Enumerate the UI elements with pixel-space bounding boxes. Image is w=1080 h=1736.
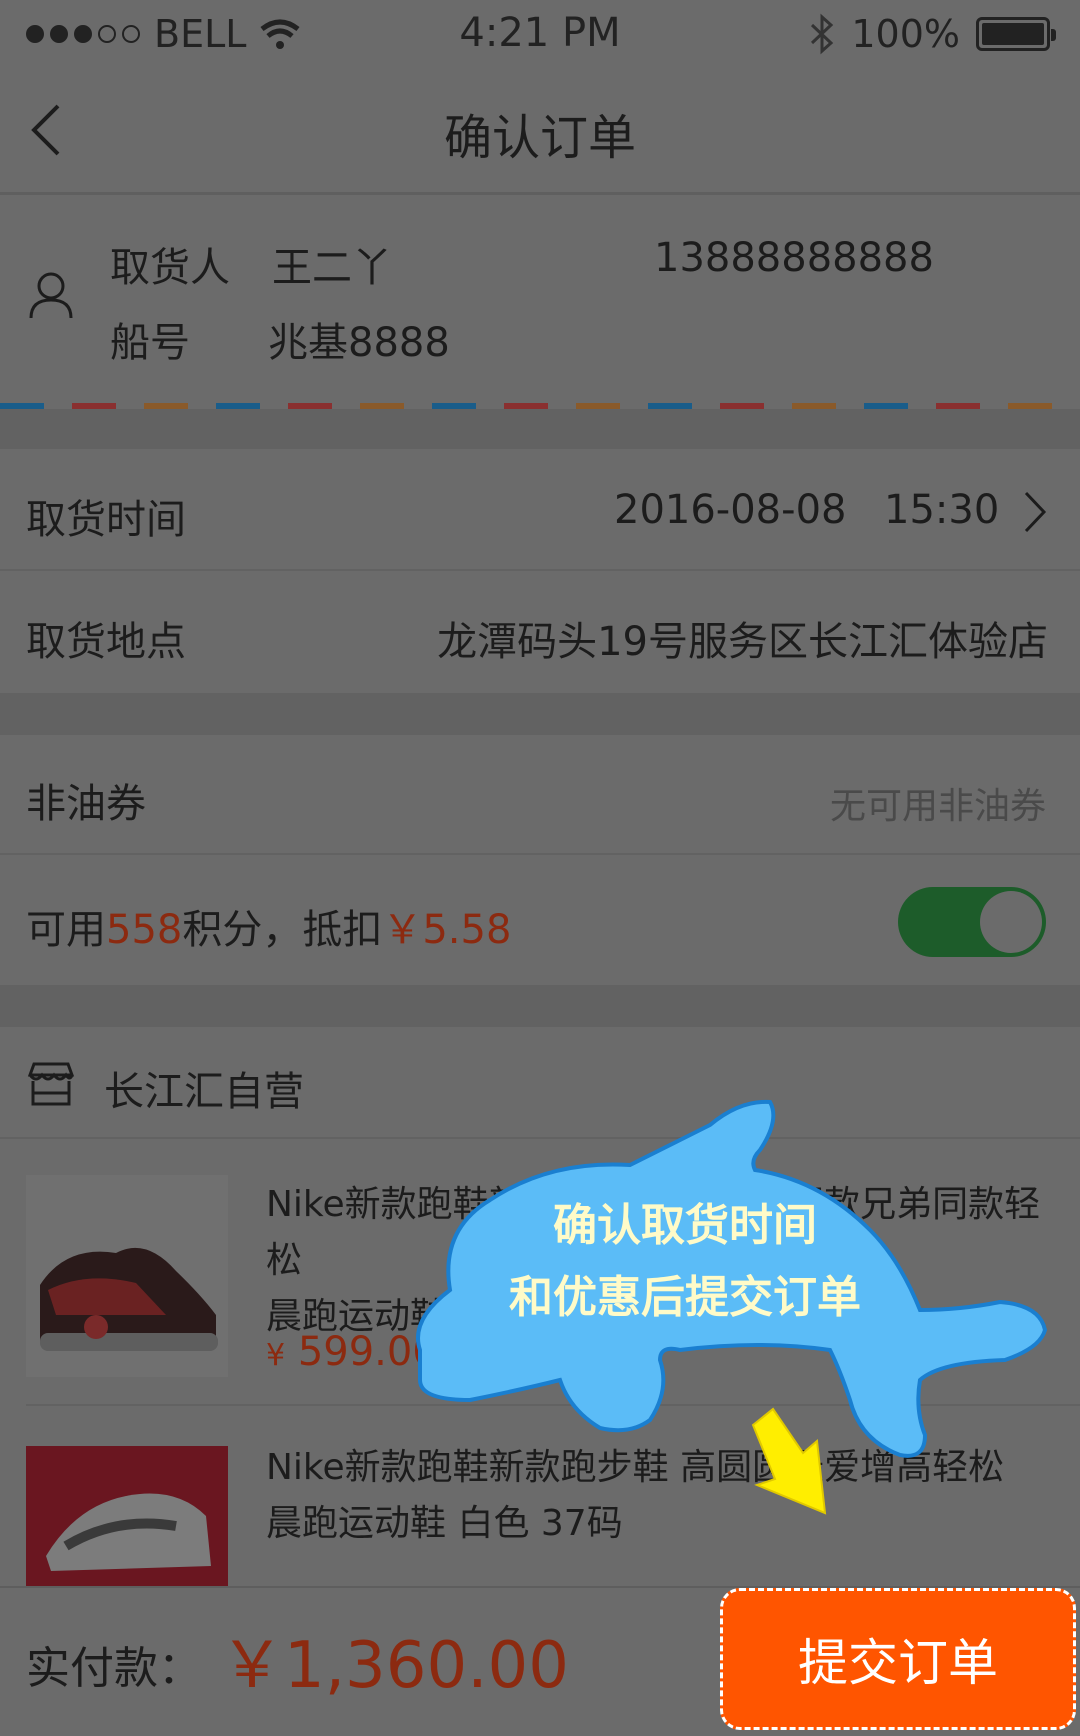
pickup-place: 龙潭码头19号服务区长江汇体验店 — [437, 619, 1048, 665]
recipient-phone: 13888888888 — [654, 235, 934, 281]
battery-percent: 100% — [851, 12, 960, 56]
product-image — [26, 1175, 228, 1377]
points-count: 558 — [106, 907, 183, 953]
points-prefix: 可用 — [26, 907, 106, 953]
boat-label: 船号 — [110, 320, 190, 366]
product-name-line2: 晨跑运动鞋 白色 37码 — [266, 1503, 623, 1544]
pickup-time-label: 取货时间 — [26, 497, 186, 543]
points-toggle[interactable] — [898, 887, 1046, 957]
points-text: 可用558积分，抵扣￥5.58 — [26, 897, 511, 955]
points-middle: 积分，抵扣 — [182, 907, 383, 953]
section-gap — [0, 409, 1080, 449]
submit-order-button[interactable]: 提交订单 — [720, 1588, 1076, 1730]
tooltip-text: 确认取货时间 和优惠后提交订单 — [430, 1190, 940, 1334]
status-bar: BELL 4:21 PM 100% — [0, 0, 1080, 70]
page-title: 确认订单 — [443, 110, 636, 166]
user-icon — [29, 272, 73, 319]
coupon-label: 非油券 — [26, 781, 146, 827]
bluetooth-icon — [811, 13, 834, 55]
tooltip-line1: 确认取货时间 — [553, 1200, 817, 1251]
total-amount: ￥1,360.00 — [220, 1629, 569, 1703]
price-currency: ¥ — [266, 1338, 286, 1373]
points-amount: ￥5.58 — [382, 907, 512, 953]
section-gap — [0, 693, 1080, 735]
nav-bar: 确认订单 — [0, 70, 1080, 195]
pickup-time-row[interactable]: 取货时间 2016-08-08 15:30 — [0, 449, 1080, 569]
store-icon — [27, 1062, 75, 1106]
recipient-name: 王二丫 — [272, 245, 392, 291]
coupon-value: 无可用非油券 — [829, 786, 1046, 827]
product-image — [26, 1446, 228, 1586]
pickup-place-label: 取货地点 — [26, 619, 186, 665]
tooltip-line2: 和优惠后提交订单 — [509, 1272, 861, 1323]
recipient-name-label: 取货人 — [110, 245, 230, 291]
status-right: 100% — [809, 12, 1056, 56]
battery-icon — [976, 17, 1056, 51]
store-name: 长江汇自营 — [104, 1069, 304, 1115]
chevron-right-icon — [1024, 491, 1047, 533]
points-row: 可用558积分，抵扣￥5.58 — [0, 855, 1080, 985]
pickup-place-row: 取货地点 龙潭码头19号服务区长江汇体验店 — [0, 571, 1080, 693]
recipient-info[interactable]: 取货人 王二丫 13888888888 船号 兆基8888 — [0, 195, 1080, 405]
total-label: 实付款： — [26, 1643, 202, 1694]
coupon-row[interactable]: 非油券 无可用非油券 — [0, 735, 1080, 853]
section-gap — [0, 985, 1080, 1027]
boat-number: 兆基8888 — [268, 320, 450, 366]
toggle-knob — [980, 891, 1042, 953]
arrow-down-icon — [751, 1407, 827, 1515]
pickup-time: 15:30 — [884, 487, 1000, 533]
pickup-date: 2016-08-08 — [614, 487, 847, 533]
